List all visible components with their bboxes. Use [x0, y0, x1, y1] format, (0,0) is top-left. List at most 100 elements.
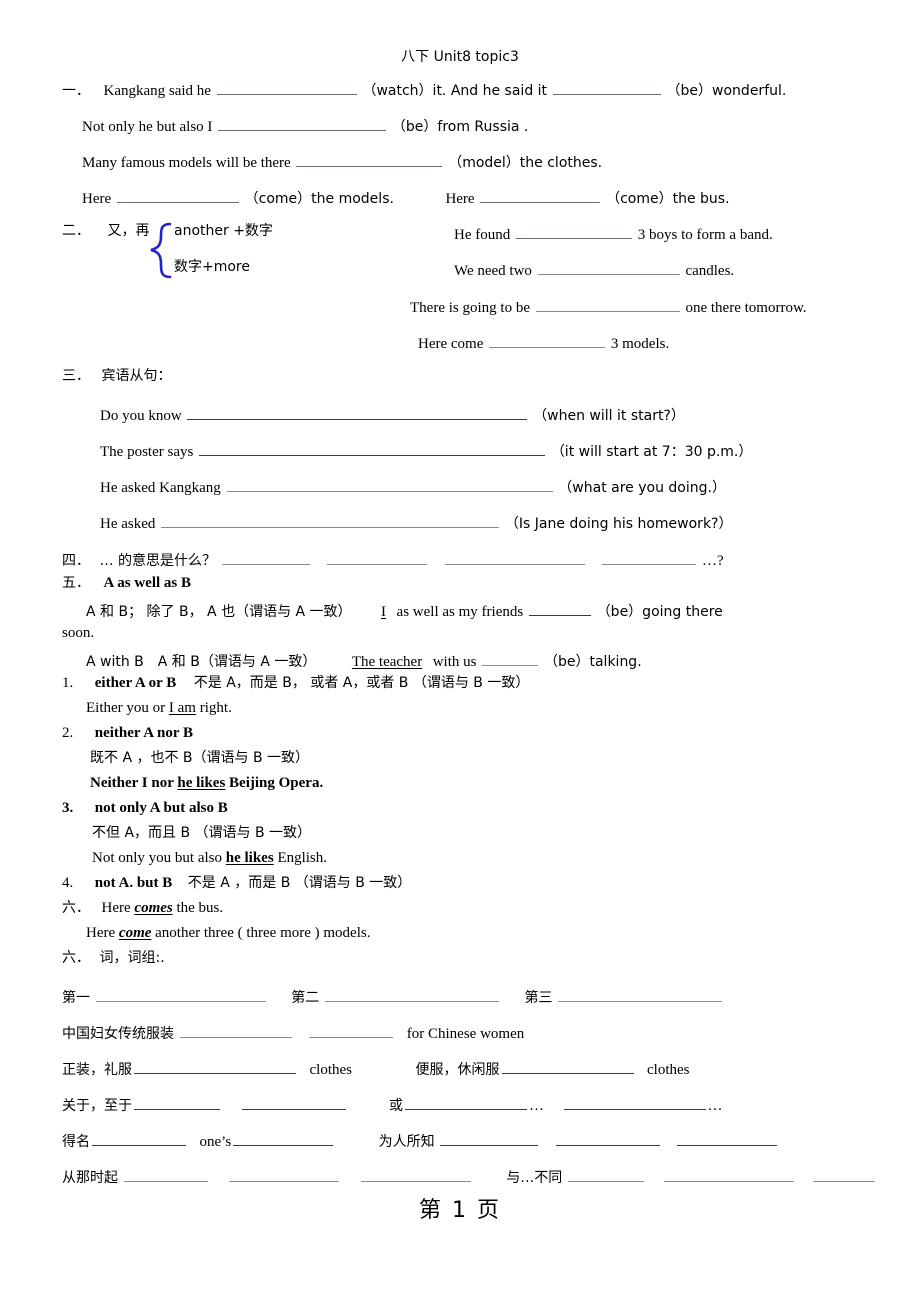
blank-another-4[interactable]	[489, 333, 606, 348]
s5-l1-cn: A 和 B； 除了 B， A 也（谓语与 A 一致）	[86, 603, 352, 620]
section-one-line-3: Many famous models will be there （model）…	[82, 152, 602, 171]
blank-differentfrom-3[interactable]	[813, 1167, 875, 1182]
s5-l2-cn: A with B A 和 B（谓语与 A 一致）	[86, 653, 317, 670]
rule-1-example-row: Either you or I am right.	[86, 701, 232, 716]
blank-formal[interactable]	[134, 1059, 296, 1074]
vocab-ordinals-row: 第一 第二 第三	[62, 987, 724, 1006]
blank-beknown-1[interactable]	[440, 1131, 539, 1146]
vocab-after-formal: clothes	[309, 1061, 353, 1078]
blank-ordinal-second[interactable]	[325, 987, 499, 1002]
rule-3-example-pre: Not only you but also	[92, 850, 226, 866]
blank-ordinal-third[interactable]	[558, 987, 723, 1002]
vocab-label-traditional-dress: 中国妇女传统服装	[62, 1025, 174, 1042]
ordinal-first-label: 第一	[62, 989, 90, 1006]
blank-meaning-1[interactable]	[221, 550, 310, 565]
section-two-marker-row: 二． 又，再	[62, 224, 150, 239]
blank-sincethen-1[interactable]	[123, 1167, 208, 1182]
vocab-row-sincethen: 从那时起 与…不同	[62, 1167, 877, 1186]
vocab-row-formal-casual: 正装，礼服 clothes 便服，休闲服 clothes	[62, 1059, 690, 1078]
s3-item2-hint: （it will start at 7：30 p.m.）	[550, 443, 753, 460]
blank-clause-1[interactable]	[187, 405, 528, 420]
blank-ordinal-first[interactable]	[95, 987, 266, 1002]
section-two-brace-bottom: 数字+more	[174, 260, 250, 275]
blank-another-2[interactable]	[537, 260, 680, 275]
rule-2-formula-row: 2. neither A nor B	[62, 726, 193, 741]
blank-another-3[interactable]	[535, 297, 680, 312]
section-two-brace-top-text: another +数字	[174, 223, 273, 239]
blank-asfor-1[interactable]	[134, 1095, 220, 1110]
blank-meaning-3[interactable]	[444, 550, 585, 565]
blank-meaning-2[interactable]	[327, 550, 428, 565]
vocab-row-benamed: 得名 one’s 为人所知	[62, 1131, 779, 1150]
s6a-l1-verb: comes	[134, 900, 173, 916]
s2-ex3-after: one there tomorrow.	[685, 299, 807, 316]
blank-come-models[interactable]	[116, 188, 239, 203]
blank-clause-3[interactable]	[226, 477, 553, 492]
blank-meaning-4[interactable]	[602, 550, 697, 565]
s3-item1-stem: Do you know	[100, 407, 182, 424]
rule-2-cn: 既不 A ，也不 B（谓语与 B 一致）	[90, 750, 310, 766]
ordinal-second-label: 第二	[291, 989, 320, 1006]
rule-1-formula: either A or B	[94, 675, 177, 691]
section-one-line-1: 一． Kangkang said he （watch）it. And he sa…	[62, 80, 786, 99]
section-one-l2-cue: （be）from Russia .	[391, 118, 529, 135]
rule-1-formula-row: 1. either A or B 不是 A，而是 B， 或者 A，或者 B （谓…	[62, 676, 529, 691]
blank-dress-1[interactable]	[179, 1023, 292, 1038]
blank-dress-2[interactable]	[309, 1023, 394, 1038]
blank-another-1[interactable]	[516, 224, 632, 239]
vocab-after-traditional-dress: for Chinese women	[406, 1025, 525, 1042]
section-one-l4-stem: Here	[82, 190, 112, 207]
rule-1-example-underlined: I am	[168, 700, 196, 716]
blank-sincethen-3[interactable]	[360, 1167, 471, 1182]
rule-3-cn-row: 不但 A，而且 B （谓语与 B 一致）	[92, 826, 311, 841]
blank-beknown-3[interactable]	[677, 1131, 778, 1146]
section-one-l3-cue: （model）the clothes.	[448, 154, 603, 171]
blank-be-russia[interactable]	[218, 116, 387, 131]
vocab-label-asfor: 关于，至于	[62, 1097, 132, 1114]
s5-l2-mid: with us	[432, 653, 477, 670]
blank-benamed-2[interactable]	[233, 1131, 334, 1146]
s3-item3-stem: He asked Kangkang	[100, 479, 221, 496]
blank-clause-2[interactable]	[199, 441, 546, 456]
section-six-a-line-1: 六． Here comes the bus.	[62, 901, 223, 916]
s3-item4-stem: He asked	[100, 515, 156, 532]
blank-with-be[interactable]	[482, 651, 539, 666]
blank-asfor-2[interactable]	[241, 1095, 346, 1110]
blank-be-1[interactable]	[552, 80, 661, 95]
page-footer: 第 1 页	[0, 1192, 920, 1224]
section-one-l3-stem: Many famous models will be there	[82, 154, 291, 171]
section-five-line-1: A 和 B； 除了 B， A 也（谓语与 A 一致） I as well as …	[86, 601, 723, 620]
rule-2-formula: neither A nor B	[94, 725, 193, 741]
vocab-row-traditional-dress: 中国妇女传统服装 for Chinese women	[62, 1023, 524, 1042]
page-footer-text: 第 1 页	[419, 1198, 501, 1223]
rule-4-formula-row: 4. not A. but B 不是 A ，而是 B （谓语与 B 一致）	[62, 876, 411, 891]
blank-sincethen-2[interactable]	[229, 1167, 340, 1182]
rule-3-example-underlined: he likes	[225, 850, 274, 866]
section-five-heading: 五． A as well as B	[62, 576, 191, 591]
rule-2-example-post: Beijing Opera.	[225, 775, 324, 791]
section-two-example-2: We need two candles.	[454, 260, 734, 279]
blank-or-1[interactable]	[405, 1095, 527, 1110]
section-one-l1-stem: Kangkang said he	[103, 82, 211, 99]
s3-item2-stem: The poster says	[100, 443, 194, 460]
blank-watch[interactable]	[216, 80, 357, 95]
blank-differentfrom-1[interactable]	[568, 1167, 644, 1182]
blank-come-bus[interactable]	[480, 188, 601, 203]
rule-1-cn: 不是 A，而是 B， 或者 A，或者 B （谓语与 B 一致）	[193, 675, 530, 691]
section-one-l1-cue2: （be）wonderful.	[666, 82, 787, 99]
blank-differentfrom-2[interactable]	[663, 1167, 794, 1182]
section-one-l4-stem2: Here	[445, 190, 475, 207]
section-three-heading-text: 宾语从句：	[101, 368, 172, 384]
blank-beknown-2[interactable]	[555, 1131, 660, 1146]
vocab-mid-ones: one’s	[199, 1133, 232, 1150]
blank-or-2[interactable]	[563, 1095, 706, 1110]
blank-aswellas-be[interactable]	[528, 601, 591, 616]
section-five-line-2: A with B A 和 B（谓语与 A 一致） The teacher wit…	[86, 651, 642, 670]
section-five-heading-text: A as well as B	[103, 575, 192, 591]
blank-clause-4[interactable]	[161, 513, 500, 528]
blank-casual[interactable]	[501, 1059, 634, 1074]
blank-benamed-1[interactable]	[92, 1131, 186, 1146]
section-one-marker: 一．	[62, 82, 90, 99]
section-one-line-4: Here （come）the models. Here （come）the bu…	[82, 188, 730, 207]
blank-model[interactable]	[296, 152, 443, 167]
